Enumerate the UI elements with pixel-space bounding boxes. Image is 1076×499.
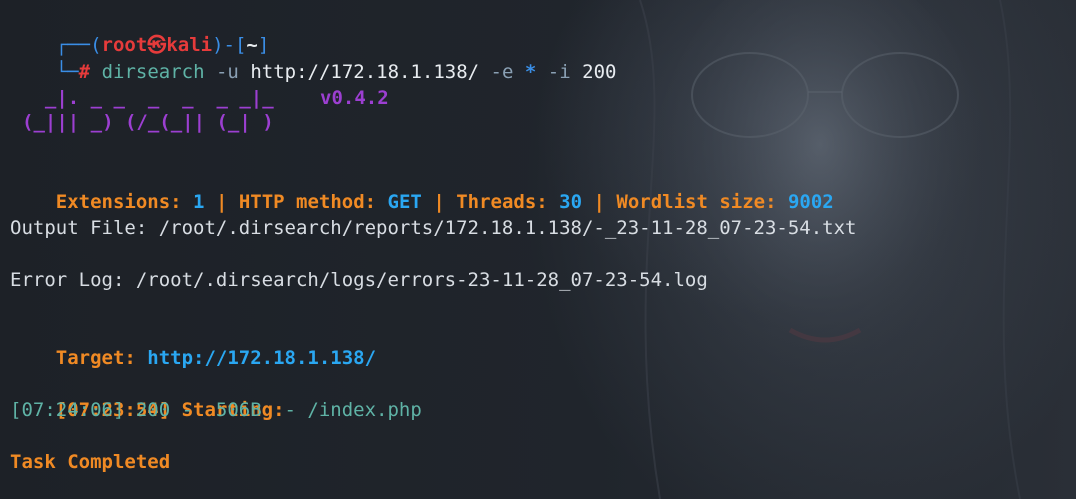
terminal-window[interactable]: ┌──(root㉿kali)-[~] └─# dirsearch -u http… (0, 0, 1076, 499)
command-flag-e: -e (490, 61, 514, 83)
wordlist-label: Wordlist size: (616, 191, 788, 213)
extensions-value: 1 (193, 191, 205, 213)
prompt-corner-bottom: └─ (55, 61, 79, 83)
result-line: [07:24:06] 200 - 506B - /index.php (10, 399, 422, 421)
config-separator: | (204, 191, 239, 213)
prompt-hash: # (78, 61, 91, 83)
config-separator: | (582, 191, 617, 213)
threads-value: 30 (559, 191, 583, 213)
command-url: http://172.18.1.138/ (250, 61, 480, 83)
output-file-line: Output File: /root/.dirsearch/reports/17… (10, 217, 857, 239)
task-completed-line: Task Completed (10, 451, 171, 473)
banner-version: v0.4.2 (320, 87, 389, 109)
target-url: http://172.18.1.138/ (147, 347, 377, 369)
extensions-label: Extensions: (55, 191, 194, 213)
banner-art-line-1: _|. _ _ _ _ _ _|_ (22, 87, 274, 109)
target-line: Target: http://172.18.1.138/ (10, 319, 376, 369)
threads-label: Threads: (456, 191, 560, 213)
wordlist-value: 9002 (787, 191, 834, 213)
prompt-line: ┌──(root㉿kali)-[~] (10, 6, 270, 56)
dirsearch-banner-art: _|. _ _ _ _ _ _|_ (_||| _) (/_(_|| (_| ) (22, 86, 274, 134)
config-separator: | (421, 191, 457, 213)
command-program: dirsearch (101, 61, 205, 83)
command-flag-i: -i (547, 61, 571, 83)
starting-line: [07:23:54] Starting: (10, 371, 285, 421)
error-log-line: Error Log: /root/.dirsearch/logs/errors-… (10, 269, 708, 291)
config-line: Extensions: 1 | HTTP method: GET | Threa… (10, 163, 834, 213)
command-line: └─# dirsearch -u http://172.18.1.138/ -e… (10, 33, 617, 83)
wallpaper-figure-decoration (639, 0, 1021, 499)
method-value: GET (387, 191, 422, 213)
method-label: HTTP method: (238, 191, 388, 213)
banner-art-line-2: (_||| _) (/_(_|| (_| ) (22, 111, 274, 133)
command-status: 200 (582, 61, 617, 83)
command-star: * (524, 61, 537, 83)
command-flag-u: -u (215, 61, 239, 83)
target-label: Target: (55, 347, 148, 369)
